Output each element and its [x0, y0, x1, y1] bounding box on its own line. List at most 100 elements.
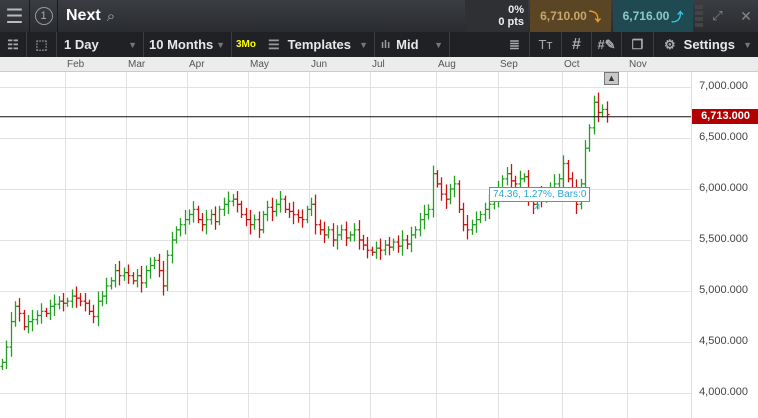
ohlc-bar [448, 183, 453, 205]
ohlc-bar [387, 236, 392, 256]
month-label: Feb [67, 59, 85, 70]
chevron-down-icon: ▼ [359, 39, 368, 50]
ohlc-bar [335, 225, 340, 250]
price-axis[interactable]: 7,000.000 6,500.000 6,000.000 5,500.000 5,00… [691, 72, 758, 418]
price-chart[interactable] [0, 72, 691, 418]
ohlc-bar [305, 205, 310, 224]
ohlc-bar [291, 201, 296, 225]
list-icon[interactable]: ☷ [0, 32, 27, 57]
arrow-up-icon: ⤴ [671, 9, 684, 24]
ohlc-bar [309, 197, 314, 217]
ohlc-bar [257, 211, 262, 238]
ohlc-bar [252, 214, 257, 230]
range-value: 10 Months [149, 37, 214, 52]
ohlc-bar [274, 199, 279, 217]
axis-icon[interactable]: ≣ [500, 32, 530, 57]
ohlc-bar [209, 209, 214, 225]
interval-select[interactable]: 1 Day ▼ [57, 32, 144, 57]
month-label: May [250, 59, 269, 70]
ohlc-bar [405, 234, 410, 250]
ohlc-bar [457, 180, 462, 213]
instrument-name: Next [66, 7, 101, 24]
menu-icon[interactable]: ☰ [0, 0, 30, 32]
ohlc-bar [196, 205, 201, 224]
ohlc-bar [483, 202, 488, 222]
ohlc-bar [339, 224, 344, 240]
ohlc-bar [278, 191, 283, 213]
y-tick-label: 4,000.000 [699, 386, 748, 398]
change-pct: 0% [508, 4, 524, 16]
time-axis: Feb Mar Apr May Jun Jul Aug Sep Oct Nov [0, 57, 758, 72]
grid-icon[interactable]: # [562, 32, 592, 57]
ohlc-bar [126, 264, 131, 284]
ohlc-bar [135, 269, 140, 288]
ohlc-bar [74, 286, 79, 308]
ohlc-bar [139, 266, 144, 293]
current-price-tag: 6,713.000 [692, 109, 758, 125]
ohlc-bar [422, 204, 427, 230]
ohlc-bar [187, 209, 192, 225]
ohlc-bar [13, 301, 18, 327]
range-select[interactable]: 10 Months ▼ [144, 32, 232, 57]
gear-icon: ⚙ [664, 36, 676, 52]
chevron-down-icon: ▼ [216, 39, 225, 50]
preset-3mo-button[interactable]: 3Mo [232, 32, 260, 57]
ohlc-bar [596, 92, 601, 123]
ohlc-bar [383, 240, 388, 256]
ohlc-bar [9, 311, 14, 357]
ohlc-bar [322, 221, 327, 244]
ohlc-bar [78, 293, 83, 307]
grid-edit-icon[interactable]: #✎ [592, 32, 622, 57]
close-icon[interactable]: ✕ [735, 0, 757, 32]
ohlc-bar [239, 200, 244, 219]
instrument-search[interactable]: Next ⌕ [66, 0, 115, 32]
ohlc-bar [331, 223, 336, 247]
price-type-select[interactable]: ılı Mid ▼ [375, 32, 450, 57]
ohlc-bar [248, 209, 253, 235]
ohlc-bar [70, 289, 75, 308]
ohlc-bar [583, 140, 588, 193]
ohlc-bar [287, 202, 292, 219]
y-tick-label: 5,000.000 [699, 284, 748, 296]
sell-button[interactable]: 6,710.00 ⤵ [530, 0, 611, 32]
ohlc-bar [352, 223, 357, 242]
ohlc-bar [235, 191, 240, 213]
settings-select[interactable]: ⚙ Settings ▼ [654, 32, 758, 57]
ohlc-bar [131, 272, 136, 285]
ohlc-bar [231, 194, 236, 207]
sell-price: 6,710.00 [540, 9, 587, 23]
ohlc-bar [313, 194, 318, 235]
scroll-to-latest-icon[interactable]: ▲ [604, 72, 619, 85]
month-label: Sep [500, 59, 518, 70]
templates-select[interactable]: ☰ Templates ▼ [260, 32, 375, 57]
text-size-icon[interactable]: Tт [530, 32, 562, 57]
ohlc-bar [474, 211, 479, 233]
ohlc-bar [374, 241, 379, 259]
ohlc-bar [409, 226, 414, 253]
chevron-down-icon: ▼ [743, 39, 752, 50]
expand-icon[interactable]: ⤢ [705, 0, 730, 32]
month-label: Oct [564, 59, 580, 70]
drag-handle[interactable] [695, 0, 703, 32]
windows-icon[interactable]: ❐ [622, 32, 654, 57]
buy-button[interactable]: 6,716.00 ⤴ [613, 0, 693, 32]
ohlc-bar [226, 191, 231, 214]
ohlc-bar [283, 195, 288, 213]
ohlc-bar [296, 209, 301, 223]
ohlc-bar [300, 209, 305, 228]
ohlc-bar [22, 309, 27, 331]
search-icon: ⌕ [106, 7, 116, 25]
ohlc-bar [426, 204, 431, 220]
layout-icon[interactable]: ⬚ [27, 32, 57, 57]
ohlc-bar [122, 267, 127, 281]
change-display: 0% 0 pts [465, 0, 528, 32]
arrow-down-icon: ⤵ [588, 9, 601, 24]
ohlc-bar [44, 307, 49, 318]
ohlc-bar [178, 218, 183, 237]
ohlc-bar [505, 167, 510, 186]
ohlc-bar [157, 253, 162, 278]
link-group-badge[interactable]: 1 [30, 0, 58, 32]
ohlc-bar [592, 95, 597, 135]
ohlc-bar [600, 104, 605, 118]
ohlc-bar [204, 209, 209, 235]
